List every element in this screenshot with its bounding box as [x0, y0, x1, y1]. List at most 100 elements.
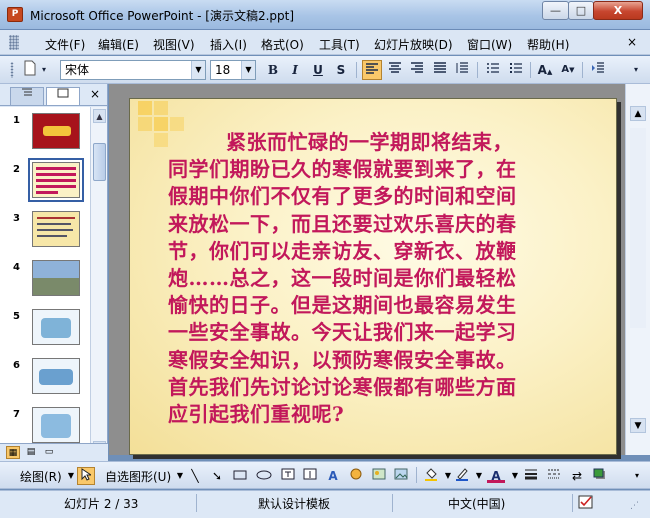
menu-window[interactable]: 窗口(W) — [467, 36, 512, 53]
language-status: 中文(中国) — [448, 497, 506, 511]
menu-format[interactable]: 格式(O) — [261, 36, 304, 53]
slide-thumbnail-2[interactable] — [28, 158, 84, 202]
view-buttons: ▦ ▤ ▭ — [0, 443, 108, 461]
vertical-textbox-icon[interactable] — [301, 467, 319, 485]
menu-help[interactable]: 帮助(H) — [527, 36, 569, 53]
thumbnail-row-5[interactable]: 5 — [0, 307, 90, 356]
menu-edit[interactable]: 编辑(E) — [98, 36, 139, 53]
slide-thumbnail-7[interactable] — [32, 407, 80, 443]
text-line: 首先我们先讨论讨论寒假都有哪些方面 — [168, 374, 517, 399]
numbering-icon[interactable] — [483, 60, 503, 80]
menu-tools[interactable]: 工具(T) — [319, 36, 360, 53]
thumbnail-row-6[interactable]: 6 — [0, 356, 90, 405]
scroll-down-icon[interactable]: ▼ — [630, 418, 646, 433]
line-color-icon[interactable] — [453, 467, 471, 485]
current-slide[interactable]: 紧张而忙碌的一学期即将结束， 同学们期盼已久的寒假就要到来了，在 假期中你们不仅… — [129, 98, 617, 455]
thumbnail-row-3[interactable]: 3 — [0, 209, 90, 258]
menu-grip-icon[interactable] — [9, 35, 19, 50]
bold-button[interactable]: B — [263, 60, 283, 80]
insert-picture-icon[interactable] — [392, 467, 410, 485]
diagram-icon[interactable] — [347, 467, 365, 485]
line-style-icon[interactable] — [522, 467, 540, 485]
align-center-icon[interactable] — [385, 60, 405, 80]
tab-outline[interactable] — [10, 87, 44, 105]
toolbar-grip-icon[interactable] — [10, 62, 14, 78]
tab-slides[interactable] — [46, 87, 80, 105]
scroll-up-icon[interactable]: ▲ — [630, 106, 646, 121]
slideshow-view-icon[interactable]: ▭ — [42, 446, 56, 459]
chevron-down-icon[interactable]: ▼ — [470, 467, 488, 485]
thumbnail-row-2[interactable]: 2 — [0, 158, 90, 209]
increase-font-size-icon[interactable]: A▲ — [535, 60, 555, 80]
shadow-style-icon[interactable] — [591, 467, 609, 485]
pane-close-icon[interactable]: × — [90, 87, 100, 101]
toolbar-options-chevron-icon[interactable]: ▾ — [630, 60, 642, 80]
wordart-icon[interactable]: A — [324, 467, 342, 485]
spelling-check-icon[interactable] — [578, 495, 596, 512]
scroll-up-icon[interactable]: ▲ — [93, 109, 106, 123]
line-icon[interactable]: ╲ — [186, 467, 204, 485]
slide-thumbnail-6[interactable] — [32, 358, 80, 394]
minimize-button[interactable]: — — [542, 1, 569, 20]
thumbnail-row-1[interactable]: 1 — [0, 111, 90, 160]
font-size-combo[interactable]: 18 ▼ — [210, 60, 256, 80]
toolbar-separator — [416, 467, 417, 483]
chevron-down-icon[interactable]: ▼ — [241, 61, 255, 79]
decrease-font-size-icon[interactable]: A▼ — [558, 60, 578, 80]
close-button[interactable]: X — [593, 1, 643, 20]
slide-scrollbar[interactable]: ▲ ▼ — [625, 84, 650, 455]
menu-file[interactable]: 文件(F) — [45, 36, 85, 53]
scroll-thumb[interactable] — [93, 143, 106, 181]
distributed-align-icon[interactable] — [430, 60, 450, 80]
clip-art-icon[interactable] — [370, 467, 388, 485]
align-right-icon[interactable] — [407, 60, 427, 80]
scroll-track[interactable] — [630, 128, 646, 328]
toolbar-separator — [530, 62, 531, 78]
resize-grip-icon[interactable]: ⋰ — [630, 501, 639, 511]
rectangle-icon[interactable] — [231, 467, 249, 485]
underline-button[interactable]: U — [308, 60, 328, 80]
powerpoint-app-icon[interactable]: P — [7, 7, 23, 22]
slide-thumbnail-3[interactable] — [32, 211, 80, 247]
slide-thumbnail-5[interactable] — [32, 309, 80, 345]
slide-editing-area: 紧张而忙碌的一学期即将结束， 同学们期盼已久的寒假就要到来了，在 假期中你们不仅… — [109, 84, 625, 459]
draw-menu-button[interactable]: 绘图(R) — [20, 468, 62, 485]
align-left-icon[interactable] — [362, 60, 382, 80]
slide-thumbnails: 1 2 3 4 5 6 7 — [0, 107, 90, 459]
shadow-button[interactable]: S — [331, 60, 351, 80]
italic-button[interactable]: I — [285, 60, 305, 80]
fill-color-icon[interactable] — [422, 467, 440, 485]
toolbar-options-chevron-icon[interactable]: ▾ — [628, 467, 646, 485]
toolbar-options-chevron-icon[interactable]: ▾ — [38, 60, 50, 80]
thumbnails-scrollbar[interactable]: ▲ ▼ — [90, 107, 107, 459]
font-color-icon[interactable]: A — [487, 467, 505, 483]
dash-style-icon[interactable] — [545, 467, 563, 485]
slide-thumbnail-4[interactable] — [32, 260, 80, 296]
arrow-icon[interactable]: ➘ — [208, 467, 226, 485]
normal-view-icon[interactable]: ▦ — [6, 446, 20, 459]
slide-thumbnail-1[interactable] — [32, 113, 80, 149]
indent-icon[interactable] — [588, 60, 608, 80]
textbox-icon[interactable] — [279, 467, 297, 485]
slide-sorter-view-icon[interactable]: ▤ — [24, 446, 38, 459]
menu-insert[interactable]: 插入(I) — [210, 36, 247, 53]
font-name-combo[interactable]: 宋体 ▼ — [60, 60, 206, 80]
new-document-icon[interactable] — [20, 60, 40, 80]
slide-body-text[interactable]: 紧张而忙碌的一学期即将结束， 同学们期盼已久的寒假就要到来了，在 假期中你们不仅… — [168, 129, 608, 428]
bullets-icon[interactable] — [506, 60, 526, 80]
line-spacing-icon[interactable] — [452, 60, 472, 80]
decorative-square — [138, 101, 152, 115]
decorative-square — [154, 133, 168, 147]
text-line: 紧张而忙碌的一学期即将结束， — [226, 130, 513, 154]
chevron-down-icon[interactable]: ▼ — [191, 61, 205, 79]
menu-view[interactable]: 视图(V) — [153, 36, 195, 53]
select-objects-icon[interactable] — [77, 467, 95, 485]
menu-bar: 文件(F) 编辑(E) 视图(V) 插入(I) 格式(O) 工具(T) 幻灯片放… — [0, 30, 650, 55]
arrow-style-icon[interactable]: ⇄ — [568, 467, 586, 485]
thumbnail-row-4[interactable]: 4 — [0, 258, 90, 307]
menu-slideshow[interactable]: 幻灯片放映(D) — [374, 36, 453, 53]
autoshapes-button[interactable]: 自选图形(U) — [105, 468, 171, 485]
maximize-button[interactable]: □ — [568, 1, 594, 20]
oval-icon[interactable] — [255, 467, 273, 485]
document-close-icon[interactable]: × — [627, 35, 637, 49]
